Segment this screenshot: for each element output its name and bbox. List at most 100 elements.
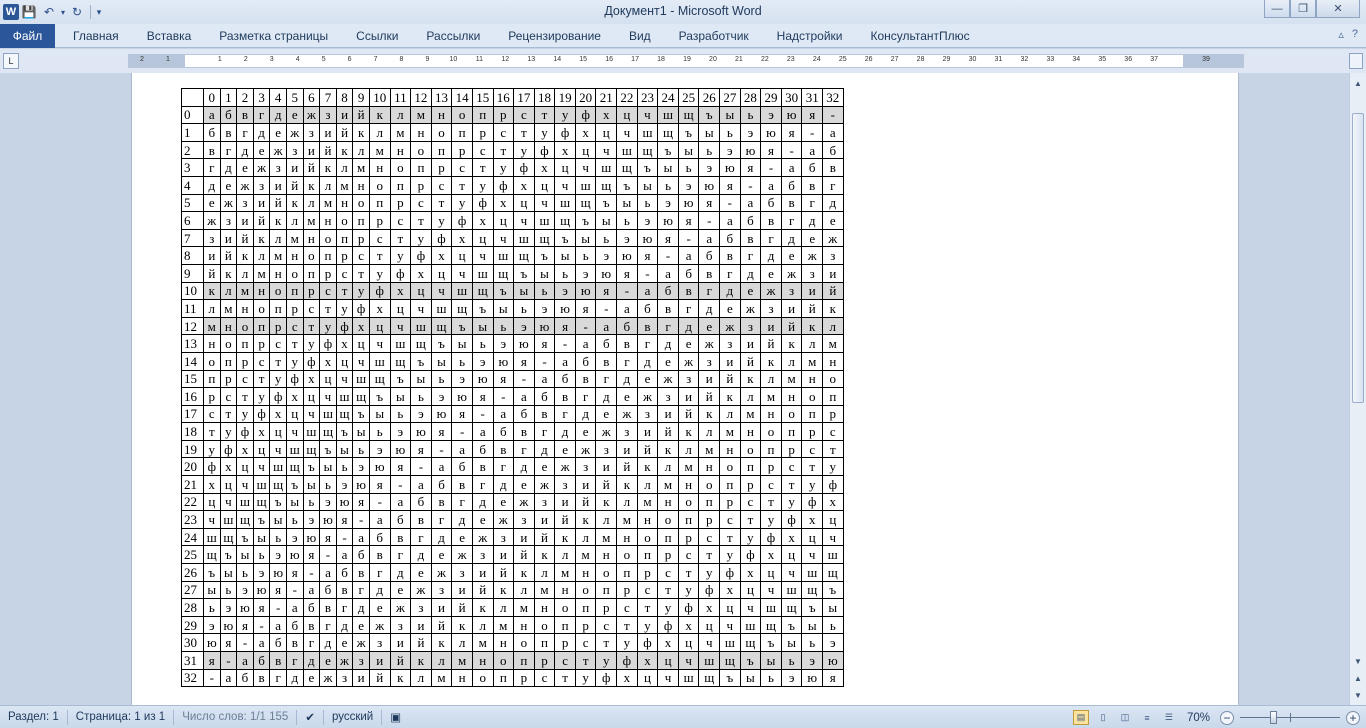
web-layout-icon[interactable]: ◫ <box>1117 710 1133 725</box>
table-cell: р <box>533 651 556 670</box>
tab-references[interactable]: Ссылки <box>342 24 412 48</box>
table-cell: щ <box>677 105 700 125</box>
table-cell: г <box>319 615 337 635</box>
document-page[interactable]: 0 1 2 3 4 5 6 7 8 9 10 11 12 13 14 15 16 17 18 19 20 21 22 23 24… <box>131 73 1239 705</box>
tab-home[interactable]: Главная <box>55 24 133 48</box>
table-cell: ы <box>410 369 432 389</box>
table-cell: м <box>616 510 638 529</box>
macro-record-icon[interactable]: ▣ <box>382 706 409 728</box>
table-cell: е <box>410 563 432 582</box>
tab-selector[interactable]: L <box>3 53 19 69</box>
tab-file[interactable]: Файл <box>0 23 55 48</box>
previous-page-icon[interactable]: ▲ <box>1351 670 1365 686</box>
tab-addins[interactable]: Надстройки <box>763 24 857 48</box>
table-cell: у <box>739 527 762 547</box>
tab-view[interactable]: Вид <box>615 24 665 48</box>
table-cell: ы <box>657 158 679 177</box>
row-header: 16 <box>181 387 204 406</box>
table-cell: я <box>698 193 721 213</box>
print-layout-view-icon[interactable]: ▤ <box>1072 710 1089 725</box>
table-cell: я <box>595 281 618 301</box>
table-cell: з <box>319 105 337 125</box>
save-icon[interactable]: 💾 <box>19 3 39 21</box>
scroll-up-icon[interactable]: ▲ <box>1351 75 1365 91</box>
page-indicator[interactable]: Страница: 1 из 1 <box>68 706 173 728</box>
zoom-thumb[interactable] <box>1269 711 1277 724</box>
table-cell: р <box>760 457 782 477</box>
tab-consultantplus[interactable]: КонсультантПлюс <box>857 24 984 48</box>
zoom-level[interactable]: 70% <box>1183 706 1214 728</box>
minimize-button[interactable]: — <box>1264 0 1290 18</box>
table-cell: ж <box>616 404 638 424</box>
tab-page-layout[interactable]: Разметка страницы <box>205 24 342 48</box>
zoom-out-button[interactable]: − <box>1220 710 1234 725</box>
table-cell: э <box>554 281 576 301</box>
table-cell: р <box>554 633 576 652</box>
table-cell: ю <box>410 422 432 441</box>
table-cell: о <box>533 615 556 635</box>
table-cell: - <box>574 316 597 336</box>
table-cell: х <box>471 211 494 230</box>
table-cell: д <box>451 510 473 529</box>
table-cell: ф <box>657 615 679 635</box>
draft-view-icon[interactable]: ☰ <box>1161 710 1177 725</box>
table-cell: у <box>616 633 638 652</box>
redo-icon[interactable]: ↻ <box>67 3 87 21</box>
full-screen-reading-icon[interactable]: ▯ <box>1095 710 1111 725</box>
table-cell: й <box>616 457 638 477</box>
row-header: 13 <box>181 334 204 353</box>
undo-icon[interactable]: ↶ <box>39 3 59 21</box>
view-ruler-button[interactable] <box>1349 53 1363 69</box>
customize-quick-access-icon[interactable]: ▾ <box>94 3 104 21</box>
table-cell: г <box>471 475 494 494</box>
table-cell: й <box>739 351 762 371</box>
tab-developer[interactable]: Разработчик <box>665 24 763 48</box>
zoom-slider[interactable] <box>1240 710 1340 725</box>
table-cell: н <box>657 492 679 512</box>
help-icon[interactable]: ? <box>1352 28 1358 41</box>
table-cell: г <box>822 175 844 195</box>
outline-view-icon[interactable]: ≡ <box>1139 710 1155 725</box>
table-cell: х <box>574 123 597 142</box>
table-cell: ы <box>335 439 354 459</box>
table-cell: ю <box>739 140 762 160</box>
spellcheck-icon[interactable]: ✔ <box>297 706 323 728</box>
table-cell: а <box>677 246 700 265</box>
vertical-scrollbar[interactable]: ▲ ▼ ▲ ▼ <box>1349 73 1366 705</box>
ruler-row: L 2 1 1 2 3 4 5 6 7 8 9 10 11 12 13 14 15 16 17 18 19 20 21 22 2… <box>0 49 1366 73</box>
table-cell: а <box>430 457 453 477</box>
table-cell: ь <box>801 633 823 652</box>
close-button[interactable]: ✕ <box>1316 0 1360 18</box>
table-cell: э <box>719 140 741 160</box>
table-row: 8ийклмнопрстуфхцчшщъыьэюя-абвгдежз <box>181 246 844 265</box>
maximize-button[interactable]: ❐ <box>1290 0 1316 18</box>
table-cell: ъ <box>219 545 238 565</box>
table-cell: ш <box>285 439 304 459</box>
table-cell: с <box>513 105 535 125</box>
table-cell: а <box>352 527 370 547</box>
scroll-thumb[interactable] <box>1352 113 1364 403</box>
table-cell: з <box>203 228 221 248</box>
section-indicator[interactable]: Раздел: 1 <box>0 706 67 728</box>
table-cell: щ <box>554 211 576 230</box>
tab-review[interactable]: Рецензирование <box>494 24 615 48</box>
language-indicator[interactable]: русский <box>324 706 381 728</box>
table-cell: е <box>352 615 370 635</box>
table-cell: у <box>389 246 412 265</box>
table-cell: р <box>368 211 391 230</box>
zoom-in-button[interactable]: + <box>1346 710 1360 725</box>
table-cell: й <box>698 387 721 406</box>
row-header: 21 <box>181 475 204 494</box>
word-app-icon[interactable]: W <box>3 4 19 20</box>
tab-insert[interactable]: Вставка <box>133 24 206 48</box>
horizontal-ruler[interactable]: 2 1 1 2 3 4 5 6 7 8 9 10 11 12 13 14 15 16 17 18 19 20 21 22 23 2… <box>128 54 1244 68</box>
undo-dropdown-icon[interactable]: ▾ <box>59 3 67 21</box>
table-cell: щ <box>492 263 515 283</box>
next-page-icon[interactable]: ▼ <box>1351 687 1365 703</box>
minimize-ribbon-icon[interactable]: ▵ <box>1338 28 1344 41</box>
table-cell: - <box>657 246 679 265</box>
column-header: 30 <box>780 88 803 107</box>
scroll-down-icon[interactable]: ▼ <box>1351 653 1365 669</box>
tab-mailings[interactable]: Рассылки <box>412 24 494 48</box>
word-count[interactable]: Число слов: 1/1 155 <box>174 706 296 728</box>
